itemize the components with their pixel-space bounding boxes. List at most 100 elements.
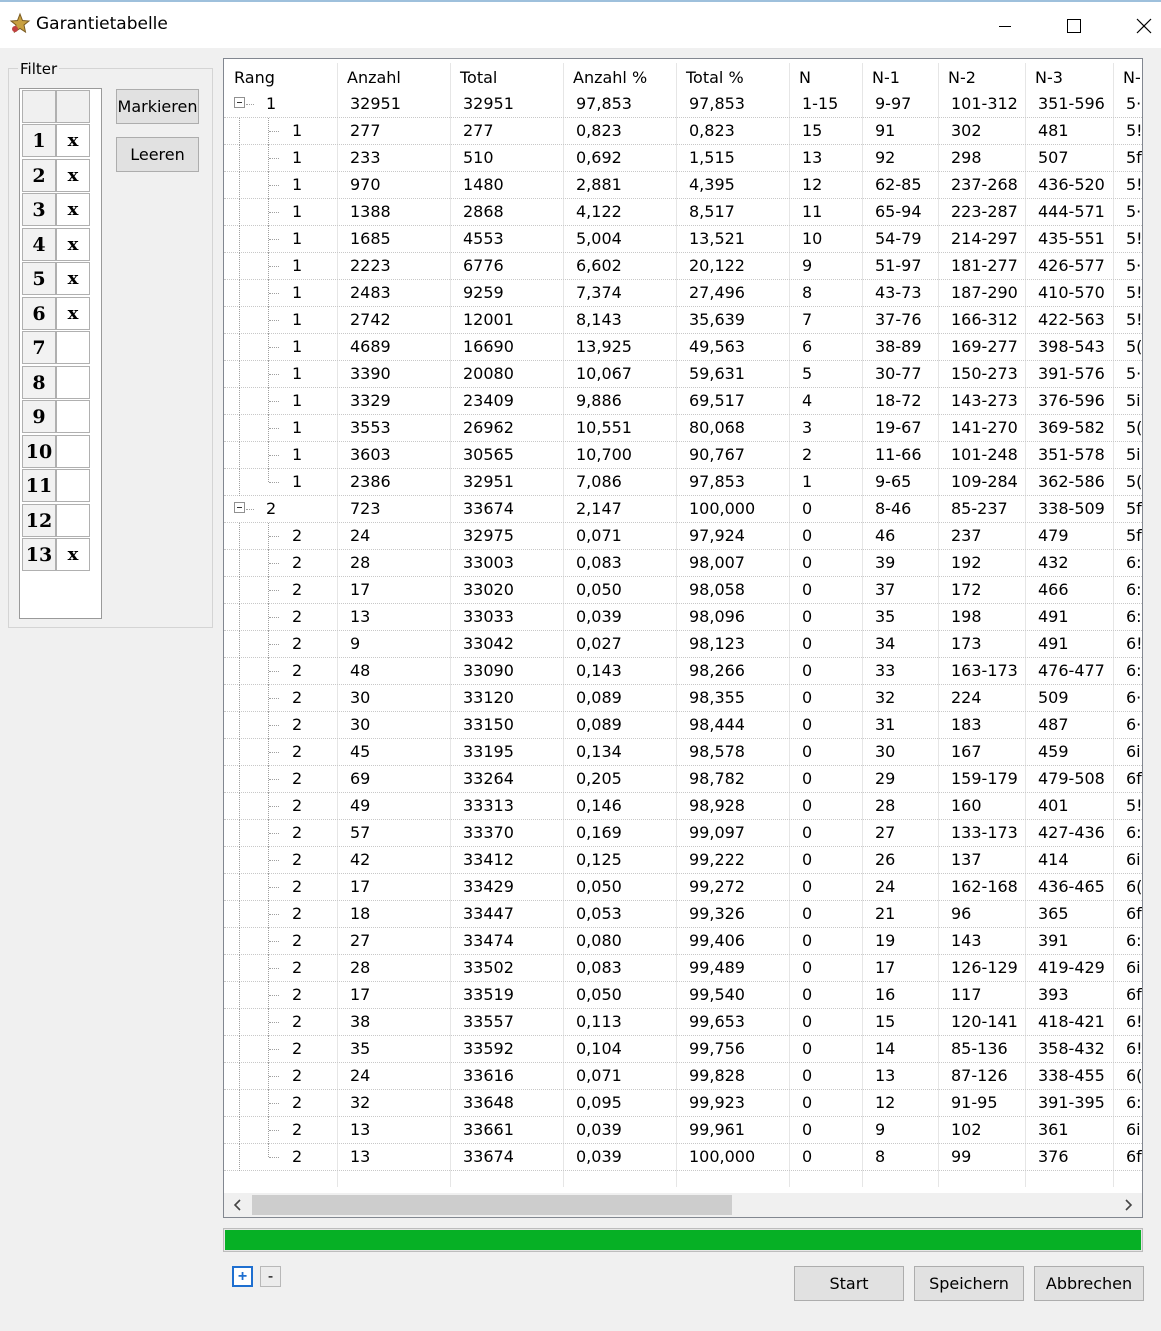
column-header[interactable]: N [789, 59, 862, 91]
tree-child-row[interactable]: 2 24 33616 0,071 99,828 0 13 87-126 338-455 6( [224, 1063, 1142, 1090]
filter-mark-cell[interactable]: x [56, 193, 90, 226]
column-header[interactable]: N-3 [1025, 59, 1113, 91]
filter-mark-cell[interactable] [56, 366, 90, 399]
tree-child-row[interactable]: 2 45 33195 0,134 98,578 0 30 167 459 6i [224, 739, 1142, 766]
filter-mark-cell[interactable] [56, 504, 90, 537]
tree-child-row[interactable]: 2 17 33519 0,050 99,540 0 16 117 393 6f [224, 982, 1142, 1009]
tree-child-row[interactable]: 2 48 33090 0,143 98,266 0 33 163-173 476-477 6: [224, 658, 1142, 685]
filter-mark-cell[interactable]: x [56, 538, 90, 571]
filter-mark-cell[interactable]: x [56, 228, 90, 261]
save-button[interactable]: Speichern [914, 1266, 1024, 1301]
tree-child-row[interactable]: 2 38 33557 0,113 99,653 0 15 120-141 418-421 6! [224, 1009, 1142, 1036]
collapse-node-icon[interactable] [234, 97, 245, 108]
tree-child-row[interactable]: 2 49 33313 0,146 98,928 0 28 160 401 5! [224, 793, 1142, 820]
filter-row-number[interactable]: 11 [22, 469, 56, 502]
tree-group-row[interactable]: 2 723 33674 2,147 100,000 0 8-46 85-237 338-509 5… [224, 496, 1142, 523]
filter-mark-cell[interactable] [56, 331, 90, 364]
filter-row-number[interactable]: 4 [22, 228, 56, 261]
filter-grid[interactable]: 1 x 2 x 3 x 4 x 5 x 6 x 7 8 9 10 11 12 13 x [19, 88, 102, 619]
leeren-button[interactable]: Leeren [116, 137, 199, 172]
tree-child-row[interactable]: 1 4689 16690 13,925 49,563 6 38-89 169-277 398-5… [224, 334, 1142, 361]
filter-mark-cell[interactable] [56, 400, 90, 433]
maximize-button[interactable] [1044, 4, 1104, 48]
tree-connector [269, 752, 279, 753]
cancel-button[interactable]: Abbrechen [1034, 1266, 1144, 1301]
filter-row-number[interactable]: 6 [22, 297, 56, 330]
filter-mark-cell[interactable] [56, 469, 90, 502]
markieren-button[interactable]: Markieren [116, 89, 199, 124]
tree-child-row[interactable]: 1 3603 30565 10,700 90,767 2 11-66 101-248 351-5… [224, 442, 1142, 469]
tree-child-row[interactable]: 2 24 32975 0,071 97,924 0 46 237 479 5f [224, 523, 1142, 550]
tree-group-row[interactable]: 1 32951 32951 97,853 97,853 1-15 9-97 101-312 35… [224, 91, 1142, 118]
tree-child-row[interactable]: 2 9 33042 0,027 98,123 0 34 173 491 6! [224, 631, 1142, 658]
tree-child-row[interactable]: 2 17 33429 0,050 99,272 0 24 162-168 436-465 6( [224, 874, 1142, 901]
tree-child-row[interactable]: 2 35 33592 0,104 99,756 0 14 85-136 358-432 6! [224, 1036, 1142, 1063]
tree-child-row[interactable]: 1 2386 32951 7,086 97,853 1 9-65 109-284 362-586… [224, 469, 1142, 496]
tree-child-row[interactable]: 1 2742 12001 8,143 35,639 7 37-76 166-312 422-56… [224, 307, 1142, 334]
tree-child-row[interactable]: 1 3390 20080 10,067 59,631 5 30-77 150-273 391-5… [224, 361, 1142, 388]
tree-child-row[interactable]: 1 3553 26962 10,551 80,068 3 19-67 141-270 369-5… [224, 415, 1142, 442]
filter-mark-cell[interactable]: x [56, 159, 90, 192]
horizontal-scrollbar[interactable] [224, 1193, 1142, 1217]
tree-connector [268, 469, 269, 482]
filter-row-number[interactable]: 7 [22, 331, 56, 364]
collapse-all-button[interactable]: - [260, 1266, 281, 1287]
tree-child-row[interactable]: 1 1388 2868 4,122 8,517 11 65-94 223-287 444-571… [224, 199, 1142, 226]
tree-child-row[interactable]: 1 3329 23409 9,886 69,517 4 18-72 143-273 376-59… [224, 388, 1142, 415]
tree-child-row[interactable]: 2 30 33150 0,089 98,444 0 31 183 487 6· [224, 712, 1142, 739]
tree-child-row[interactable]: 2 57 33370 0,169 99,097 0 27 133-173 427-436 6: [224, 820, 1142, 847]
tree-child-row[interactable]: 1 1685 4553 5,004 13,521 10 54-79 214-297 435-55… [224, 226, 1142, 253]
tree-child-row[interactable]: 2 27 33474 0,080 99,406 0 19 143 391 6: [224, 928, 1142, 955]
tree-child-row[interactable]: 1 233 510 0,692 1,515 13 92 298 507 5f [224, 145, 1142, 172]
column-header[interactable]: Total % [676, 59, 789, 91]
tree-child-row[interactable]: 2 32 33648 0,095 99,923 0 12 91-95 391-395 6: [224, 1090, 1142, 1117]
filter-row-number[interactable]: 2 [22, 159, 56, 192]
tree-child-row[interactable]: 2 28 33502 0,083 99,489 0 17 126-129 419-429 6i [224, 955, 1142, 982]
tree-child-row[interactable]: 2 30 33120 0,089 98,355 0 32 224 509 6· [224, 685, 1142, 712]
expand-all-button[interactable]: + [232, 1266, 253, 1287]
tree-child-row[interactable]: 2 13 33674 0,039 100,000 0 8 99 376 6f [224, 1144, 1142, 1171]
tree-connector [239, 145, 240, 172]
column-header[interactable]: Anzahl % [563, 59, 676, 91]
scroll-right-button[interactable] [1116, 1193, 1140, 1217]
column-header[interactable]: Rang [224, 59, 337, 91]
column-header[interactable]: Anzahl [337, 59, 450, 91]
filter-row-number[interactable]: 12 [22, 504, 56, 537]
filter-mark-cell[interactable]: x [56, 262, 90, 295]
column-header[interactable]: N-1 [862, 59, 938, 91]
filter-mark-cell[interactable]: x [56, 297, 90, 330]
tree-child-row[interactable]: 2 17 33020 0,050 98,058 0 37 172 466 6: [224, 577, 1142, 604]
filter-row-number[interactable]: 9 [22, 400, 56, 433]
filter-row-number[interactable]: 5 [22, 262, 56, 295]
horizontal-scroll-thumb[interactable] [252, 1195, 732, 1215]
results-tree-table[interactable]: Rang Anzahl Total Anzahl % Total % N N-1 N-2 N-3… [223, 58, 1143, 1218]
tree-child-row[interactable]: 2 28 33003 0,083 98,007 0 39 192 432 6: [224, 550, 1142, 577]
minimize-button[interactable] [975, 4, 1035, 48]
tree-child-row[interactable]: 2 42 33412 0,125 99,222 0 26 137 414 6i [224, 847, 1142, 874]
cell-n-3: 427-436 [1038, 823, 1105, 842]
tree-child-row[interactable]: 1 2223 6776 6,602 20,122 9 51-97 181-277 426-577… [224, 253, 1142, 280]
scroll-left-button[interactable] [226, 1193, 250, 1217]
tree-child-row[interactable]: 1 970 1480 2,881 4,395 12 62-85 237-268 436-520 5… [224, 172, 1142, 199]
column-header[interactable]: N- [1113, 59, 1142, 91]
filter-row-number[interactable]: 13 [22, 538, 56, 571]
tree-child-row[interactable]: 1 2483 9259 7,374 27,496 8 43-73 187-290 410-570… [224, 280, 1142, 307]
tree-child-row[interactable]: 2 13 33661 0,039 99,961 0 9 102 361 6i [224, 1117, 1142, 1144]
filter-row-number[interactable]: 10 [22, 435, 56, 468]
collapse-node-icon[interactable] [234, 502, 245, 513]
column-header[interactable]: N-2 [938, 59, 1025, 91]
filter-row-number[interactable]: 3 [22, 193, 56, 226]
cell-n-2: 163-173 [951, 661, 1018, 680]
tree-child-row[interactable]: 2 69 33264 0,205 98,782 0 29 159-179 479-508 6f [224, 766, 1142, 793]
tree-child-row[interactable]: 1 277 277 0,823 0,823 15 91 302 481 5! [224, 118, 1142, 145]
close-button[interactable] [1114, 4, 1161, 48]
filter-mark-cell[interactable] [56, 435, 90, 468]
filter-mark-cell[interactable]: x [56, 124, 90, 157]
filter-row-number[interactable]: 8 [22, 366, 56, 399]
column-header[interactable]: Total [450, 59, 563, 91]
filter-row-number[interactable]: 1 [22, 124, 56, 157]
tree-child-row[interactable]: 2 18 33447 0,053 99,326 0 21 96 365 6f [224, 901, 1142, 928]
tree-connector [269, 266, 279, 267]
start-button[interactable]: Start [794, 1266, 904, 1301]
tree-child-row[interactable]: 2 13 33033 0,039 98,096 0 35 198 491 6: [224, 604, 1142, 631]
